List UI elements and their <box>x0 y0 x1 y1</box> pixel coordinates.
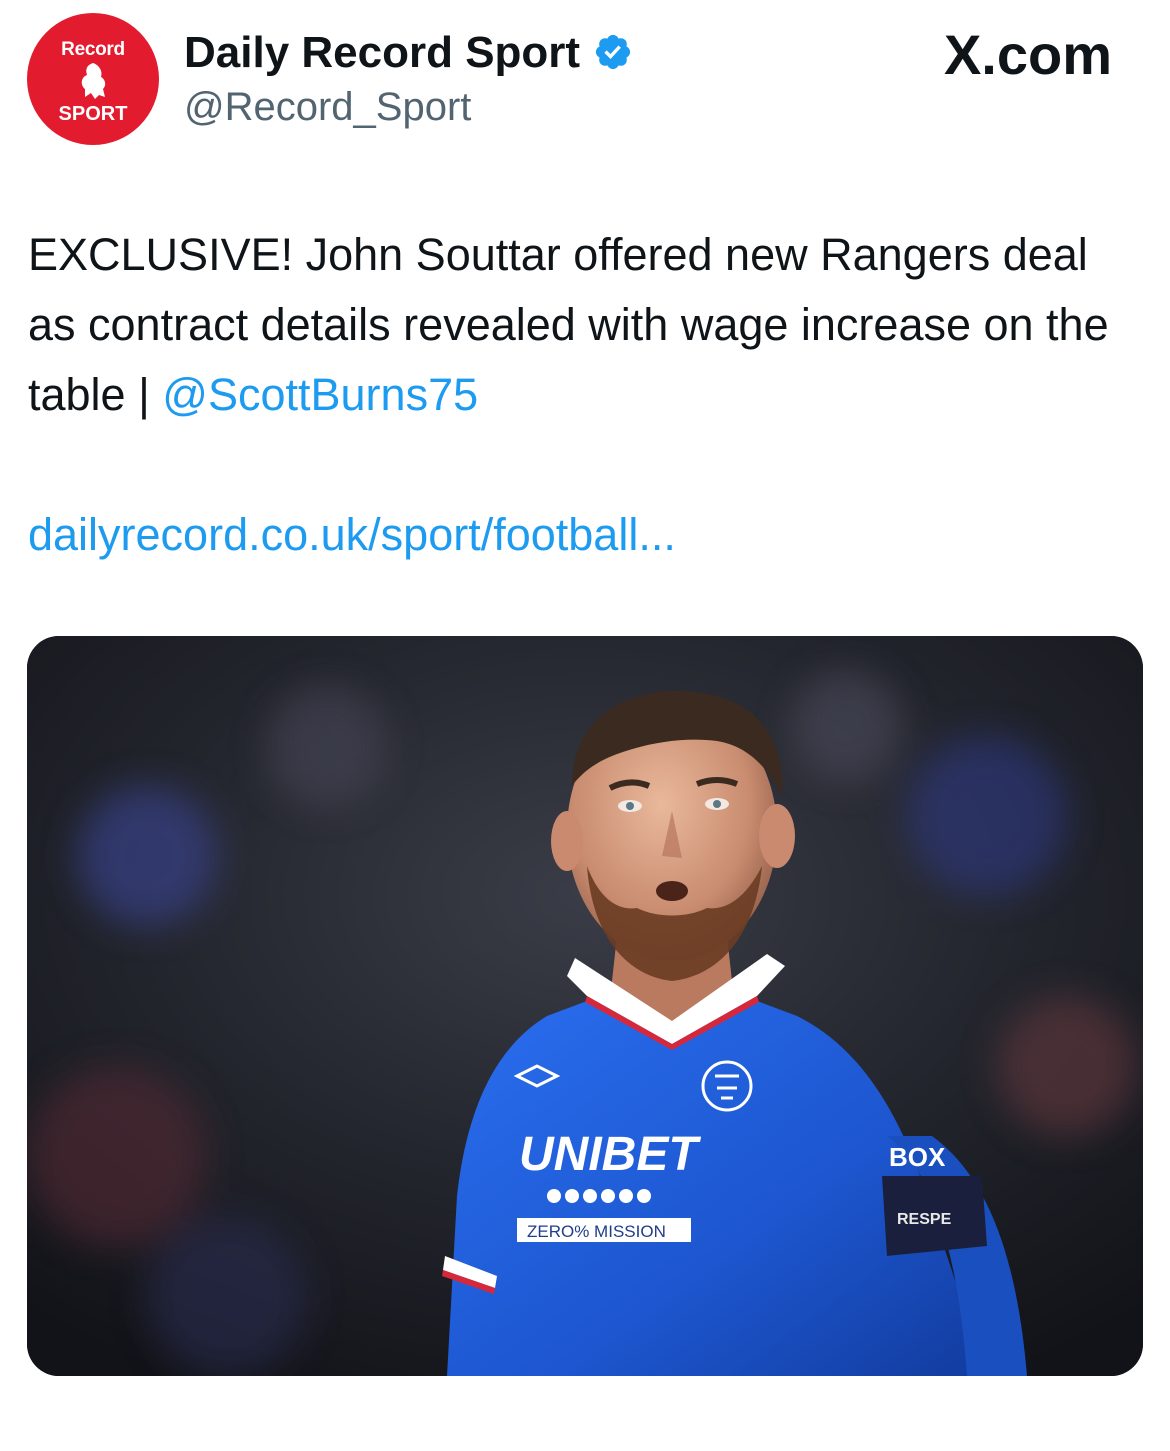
sponsor-text: UNIBET <box>519 1128 701 1181</box>
tweet-text: EXCLUSIVE! John Souttar offered new Rang… <box>28 220 1138 430</box>
display-name[interactable]: Daily Record Sport <box>184 26 580 80</box>
x-com-brand: X.com <box>943 23 1112 86</box>
tweet-media-image[interactable]: RESPE BOX UNIBET ZERO% MISSION <box>27 636 1143 1376</box>
account-avatar[interactable]: Record SPORT <box>27 13 159 145</box>
lion-emblem-icon <box>81 63 106 99</box>
player-photo: RESPE BOX UNIBET ZERO% MISSION <box>27 636 1143 1376</box>
armband-text: RESPE <box>897 1211 952 1228</box>
mention-link[interactable]: @ScottBurns75 <box>162 369 478 420</box>
sponsor-subtext: ZERO% MISSION <box>527 1222 666 1241</box>
avatar-logo-text: Record <box>61 39 125 60</box>
account-handle[interactable]: @Record_Sport <box>184 80 471 134</box>
article-link[interactable]: dailyrecord.co.uk/sport/football... <box>28 500 676 570</box>
sleeve-text: BOX <box>889 1142 946 1172</box>
avatar-logo-subtext: SPORT <box>58 103 128 125</box>
verified-badge-icon <box>595 34 631 70</box>
